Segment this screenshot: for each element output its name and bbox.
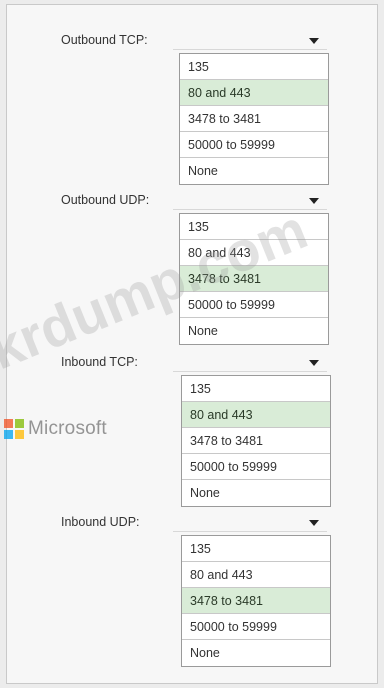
options-list: 135 80 and 443 3478 to 3481 50000 to 599… — [181, 375, 331, 507]
option-item[interactable]: 80 and 443 — [182, 562, 330, 588]
option-item[interactable]: None — [182, 640, 330, 666]
group-label: Outbound UDP: — [61, 193, 150, 207]
dropdown-header[interactable] — [173, 371, 327, 372]
dropdown-header[interactable] — [173, 531, 327, 532]
option-item[interactable]: 3478 to 3481 — [182, 428, 330, 454]
option-item[interactable]: 135 — [182, 536, 330, 562]
dropdown-header[interactable] — [173, 209, 327, 210]
option-item-selected[interactable]: 80 and 443 — [180, 80, 328, 106]
option-item[interactable]: 135 — [182, 376, 330, 402]
chevron-down-icon[interactable] — [309, 198, 319, 204]
group-label: Inbound TCP: — [61, 355, 138, 369]
option-item-selected[interactable]: 3478 to 3481 — [180, 266, 328, 292]
chevron-down-icon[interactable] — [309, 360, 319, 366]
answer-area: Outbound TCP: 135 80 and 443 3478 to 348… — [6, 4, 378, 684]
option-item-selected[interactable]: 80 and 443 — [182, 402, 330, 428]
option-item[interactable]: None — [180, 158, 328, 184]
option-item[interactable]: 3478 to 3481 — [180, 106, 328, 132]
options-list: 135 80 and 443 3478 to 3481 50000 to 599… — [179, 53, 329, 185]
options-list: 135 80 and 443 3478 to 3481 50000 to 599… — [181, 535, 331, 667]
option-item[interactable]: 135 — [180, 214, 328, 240]
option-item[interactable]: 50000 to 59999 — [180, 292, 328, 318]
option-item[interactable]: 50000 to 59999 — [182, 454, 330, 480]
group-label: Inbound UDP: — [61, 515, 140, 529]
option-item-selected[interactable]: 3478 to 3481 — [182, 588, 330, 614]
options-list: 135 80 and 443 3478 to 3481 50000 to 599… — [179, 213, 329, 345]
dropdown-header[interactable] — [173, 49, 327, 50]
option-item[interactable]: None — [182, 480, 330, 506]
option-item[interactable]: 50000 to 59999 — [180, 132, 328, 158]
group-label: Outbound TCP: — [61, 33, 148, 47]
chevron-down-icon[interactable] — [309, 520, 319, 526]
option-item[interactable]: 50000 to 59999 — [182, 614, 330, 640]
chevron-down-icon[interactable] — [309, 38, 319, 44]
option-item[interactable]: None — [180, 318, 328, 344]
option-item[interactable]: 135 — [180, 54, 328, 80]
option-item[interactable]: 80 and 443 — [180, 240, 328, 266]
